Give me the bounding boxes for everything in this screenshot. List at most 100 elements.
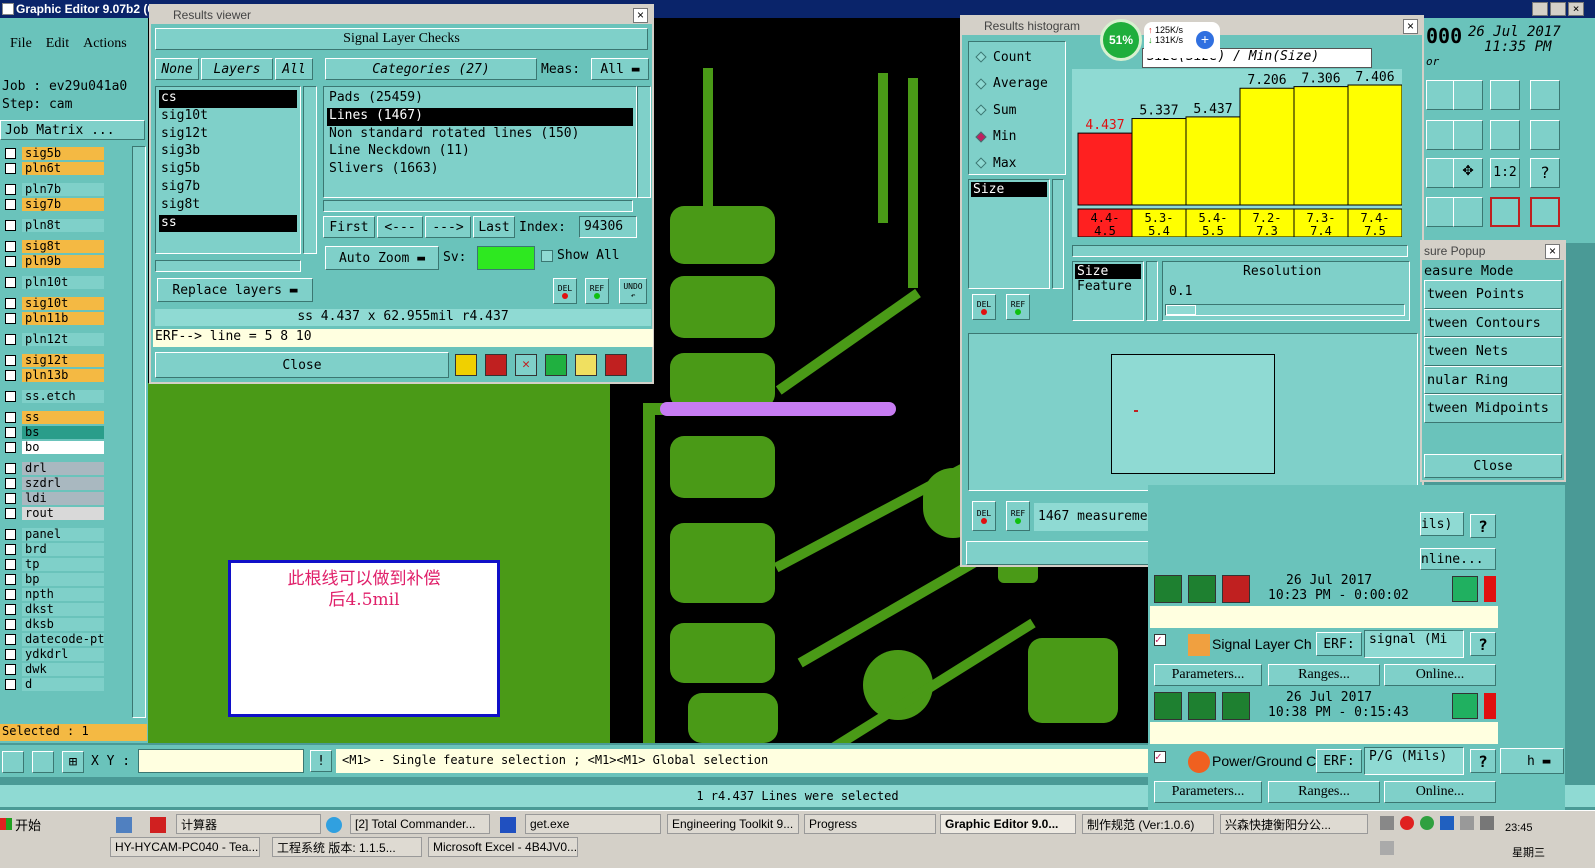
tool-icon[interactable]	[1426, 197, 1456, 227]
layer-row[interactable]: drl	[0, 461, 104, 476]
replace-layers-button[interactable]: Replace layers ▬	[157, 278, 313, 302]
layer-checkbox[interactable]	[5, 493, 16, 504]
layer-row[interactable]: dksb	[0, 617, 104, 632]
layer-row[interactable]: sig12t	[0, 353, 104, 368]
layer-row[interactable]: szdrl	[0, 476, 104, 491]
run-icon[interactable]	[1154, 575, 1182, 603]
minimize-icon[interactable]	[1532, 2, 1548, 16]
tool-icon[interactable]	[1426, 80, 1456, 110]
layer-checkbox[interactable]	[5, 277, 16, 288]
layer-row[interactable]: pln8t	[0, 218, 104, 233]
online-button[interactable]: Online...	[1384, 664, 1496, 686]
swap-icon[interactable]	[1490, 120, 1520, 150]
online-button[interactable]: Online...	[1384, 781, 1496, 803]
histogram-icon[interactable]	[605, 354, 627, 376]
layer-option[interactable]: sig12t	[159, 126, 297, 144]
layer-row[interactable]: sig10t	[0, 296, 104, 311]
online-partial-button[interactable]: nline...	[1420, 548, 1496, 570]
tray-icon[interactable]	[1420, 816, 1434, 830]
aggregate-option[interactable]: Max	[969, 150, 1065, 177]
layer-row[interactable]: ss	[0, 410, 104, 425]
index-input[interactable]: 94306	[579, 216, 637, 238]
grid-icon[interactable]: ⊞	[62, 751, 84, 773]
all-button[interactable]: All	[275, 58, 313, 80]
layer-checkbox[interactable]	[5, 313, 16, 324]
tray-icon[interactable]	[1380, 841, 1394, 855]
del-button[interactable]: DEL	[553, 278, 577, 304]
layer-checkbox[interactable]	[5, 649, 16, 660]
layer-checkbox[interactable]	[5, 604, 16, 615]
layer-checkbox[interactable]	[5, 370, 16, 381]
layers-button[interactable]: Layers	[201, 58, 273, 80]
job-matrix-button[interactable]: Job Matrix ...	[0, 120, 145, 140]
slider-thumb[interactable]	[1166, 305, 1196, 315]
help-button[interactable]: ?	[1470, 632, 1496, 656]
tool-icon[interactable]	[1426, 120, 1456, 150]
start-button[interactable]: 开始	[0, 814, 46, 834]
layer-row[interactable]: tp	[0, 557, 104, 572]
scale-icon[interactable]: 1:2	[1490, 158, 1520, 188]
layer-checkbox[interactable]	[5, 412, 16, 423]
hist-ref2-button[interactable]: REF	[1006, 501, 1030, 531]
arrow-right-icon[interactable]	[1453, 120, 1483, 150]
side-select[interactable]: h ▬	[1500, 748, 1564, 774]
tray-icon[interactable]	[1440, 816, 1454, 830]
last-button[interactable]: Last	[473, 216, 515, 238]
menu-file[interactable]: File	[10, 36, 32, 58]
layer-row[interactable]: panel	[0, 527, 104, 542]
layer-row[interactable]: npth	[0, 587, 104, 602]
parameters-button[interactable]: Parameters...	[1154, 781, 1262, 803]
parameters-button[interactable]: Parameters...	[1154, 664, 1262, 686]
layer-row[interactable]: rout	[0, 506, 104, 521]
layer-row[interactable]: pln12t	[0, 332, 104, 347]
category-option[interactable]: Non standard rotated lines (150)	[327, 126, 633, 144]
histogram-bar[interactable]	[1185, 116, 1241, 206]
layer-checkbox[interactable]	[5, 298, 16, 309]
ranges-button[interactable]: Ranges...	[1268, 781, 1380, 803]
tray-icon[interactable]	[1380, 816, 1394, 830]
histogram-chart[interactable]: 4.437 4.4-4.5 5.337 5.3-5.4 5.437 5.4-5.5 7.20…	[1072, 69, 1402, 237]
axis-select-scroll[interactable]	[1146, 261, 1158, 321]
show-all-checkbox[interactable]	[541, 250, 553, 262]
measure-mode-option[interactable]: tween Points	[1424, 280, 1562, 309]
erf-value[interactable]: P/G (Mils)	[1364, 747, 1464, 775]
layer-row[interactable]: datecode-pto	[0, 632, 104, 647]
taskbar-button[interactable]: Progress	[804, 814, 936, 834]
layer-checkbox[interactable]	[5, 508, 16, 519]
layer-select-list[interactable]: cs sig10t sig12t sig3b sig5b sig7b sig8t ss	[155, 86, 301, 254]
layer-row[interactable]: ldi	[0, 491, 104, 506]
layer-row[interactable]: pln6t	[0, 161, 104, 176]
layer-row[interactable]: bo	[0, 440, 104, 455]
layer-option[interactable]: sig7b	[159, 179, 297, 197]
erf-value[interactable]: signal (Mi	[1364, 630, 1464, 658]
radio-icon[interactable]	[975, 51, 987, 63]
layer-checkbox[interactable]	[5, 148, 16, 159]
layer-option[interactable]: ss	[159, 214, 297, 233]
layer-row[interactable]: pln7b	[0, 182, 104, 197]
tray-icon[interactable]	[1460, 816, 1474, 830]
ie-icon[interactable]	[326, 817, 342, 833]
histogram-bar[interactable]	[1131, 118, 1187, 206]
layer-row[interactable]: dwk	[0, 662, 104, 677]
menu-edit[interactable]: Edit	[46, 36, 69, 58]
layer-checkbox[interactable]	[5, 544, 16, 555]
histogram-hscroll[interactable]	[1072, 245, 1408, 257]
layer-checkbox[interactable]	[5, 634, 16, 645]
layer-row[interactable]: ydkdrl	[0, 647, 104, 662]
layers-red-icon[interactable]	[1490, 197, 1520, 227]
layer-checkbox[interactable]	[5, 664, 16, 675]
tray-icon[interactable]	[1400, 816, 1414, 830]
axis-option-size[interactable]: Size	[1075, 264, 1141, 279]
layer-option[interactable]: cs	[159, 90, 297, 108]
histogram-bar[interactable]	[1077, 132, 1133, 206]
layer-checkbox[interactable]	[5, 256, 16, 267]
layer-row[interactable]: dkst	[0, 602, 104, 617]
measure-icon[interactable]	[32, 751, 54, 773]
layer-row[interactable]: pln13b	[0, 368, 104, 383]
category-option[interactable]: Line Neckdown (11)	[327, 143, 633, 161]
xy-input[interactable]	[138, 749, 304, 773]
item-checkbox[interactable]: ✓	[1154, 751, 1166, 763]
aggregate-options[interactable]: Count Average Sum Min Max	[968, 41, 1066, 175]
measure-mode-option[interactable]: tween Contours	[1424, 308, 1562, 337]
zoom-in-icon[interactable]	[1452, 576, 1478, 602]
